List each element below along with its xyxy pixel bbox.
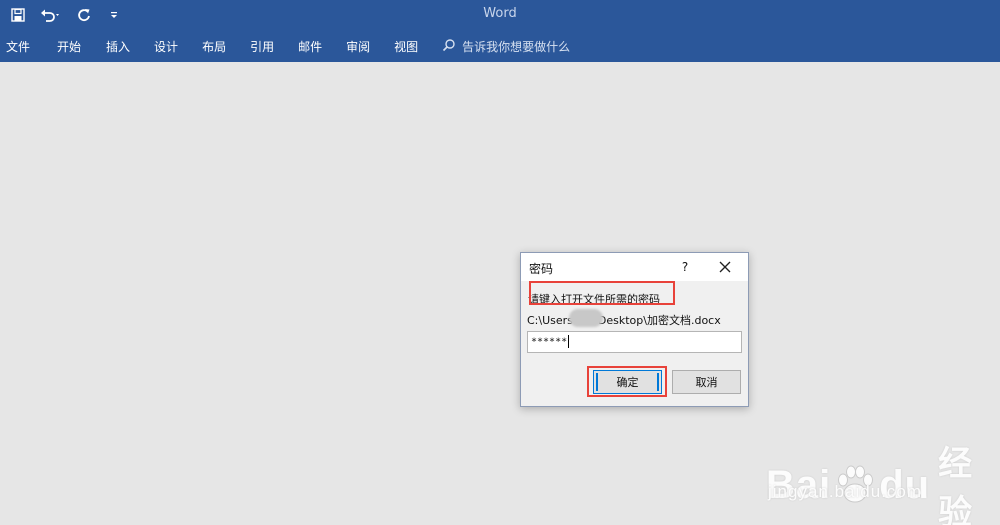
- tab-file[interactable]: 文件: [6, 30, 30, 62]
- dialog-title-bar: 密码 ?: [521, 253, 748, 281]
- password-field[interactable]: ******: [527, 331, 742, 353]
- search-icon: [442, 38, 456, 55]
- redacted-username: [569, 309, 603, 327]
- watermark-brand: Bai du 经验: [766, 436, 996, 525]
- tab-references[interactable]: 引用: [250, 30, 274, 62]
- password-dialog: 密码 ? 请键入打开文件所需的密码 C:\Users Desktop\加密文档.d…: [520, 252, 749, 407]
- help-button[interactable]: ?: [677, 258, 693, 276]
- cancel-button-label: 取消: [695, 376, 718, 389]
- ribbon-tabs: 文件 开始 插入 设计 布局 引用 邮件 审阅 视图 告诉我你想要做什么: [0, 30, 1000, 62]
- close-icon[interactable]: [717, 259, 733, 275]
- file-path-suffix: Desktop\加密文档.docx: [597, 314, 721, 327]
- watermark-url: jingyan.baidu.com: [768, 482, 923, 501]
- word-window: Word 文件 开始 插入 设计 布局 引用 邮件 审阅 视图 告诉我你想要做什…: [0, 0, 1000, 525]
- ok-highlight-box: [587, 366, 667, 397]
- dialog-title: 密码: [529, 262, 554, 276]
- tab-home[interactable]: 开始: [57, 30, 81, 62]
- tab-layout[interactable]: 布局: [202, 30, 226, 62]
- prompt-highlight-box: [529, 281, 675, 305]
- baidu-jingyan-watermark: Bai du 经验 jingyan.baidu.com: [766, 418, 996, 525]
- tab-review[interactable]: 审阅: [346, 30, 370, 62]
- cancel-button[interactable]: 取消: [672, 370, 741, 394]
- title-bar: Word: [0, 0, 1000, 30]
- password-value: ******: [531, 336, 568, 348]
- tab-view[interactable]: 视图: [394, 30, 418, 62]
- watermark-brand-cn: 经验: [938, 445, 974, 525]
- text-caret: [568, 335, 570, 348]
- file-path: C:\Users Desktop\加密文档.docx: [527, 312, 721, 328]
- tab-mailings[interactable]: 邮件: [298, 30, 322, 62]
- file-path-prefix: C:\Users: [527, 314, 573, 327]
- tell-me-text: 告诉我你想要做什么: [462, 39, 571, 54]
- tab-insert[interactable]: 插入: [106, 30, 130, 62]
- tab-design[interactable]: 设计: [154, 30, 178, 62]
- tell-me-box[interactable]: 告诉我你想要做什么: [442, 38, 570, 55]
- window-title: Word: [483, 6, 517, 21]
